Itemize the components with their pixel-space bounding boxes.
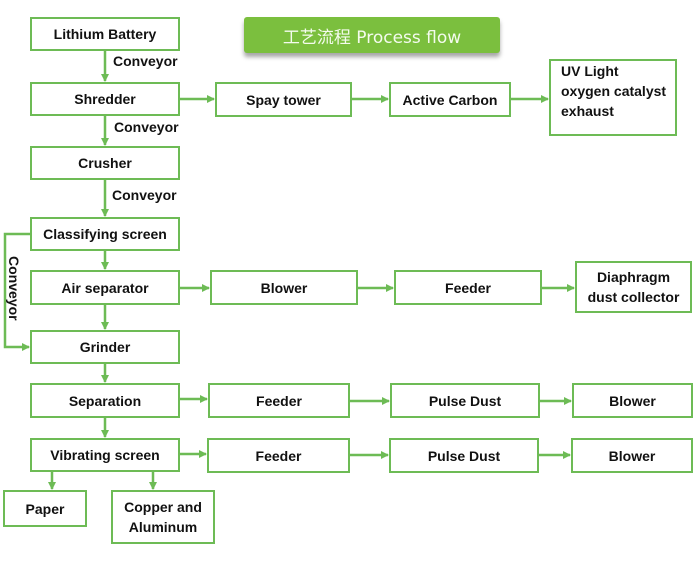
node-shredder: Shredder (30, 82, 180, 116)
node-separation: Separation (30, 383, 180, 418)
node-sep-feeder: Feeder (208, 383, 350, 418)
node-diaphragm-line1: Diaphragm (596, 269, 671, 285)
node-diaphragm-line2: dust collector (587, 289, 680, 305)
node-sep-pulse-dust: Pulse Dust (390, 383, 540, 418)
node-vib-pulse-dust: Pulse Dust (389, 438, 539, 473)
node-grinder: Grinder (30, 330, 180, 364)
node-active-carbon: Active Carbon (389, 82, 511, 117)
node-copper-aluminum: Copper and Aluminum (111, 490, 215, 544)
node-copper-aluminum-line2: Aluminum (128, 519, 198, 535)
node-vib-blower: Blower (571, 438, 693, 473)
node-vib-feeder: Feeder (207, 438, 350, 473)
process-flow-diagram: 工艺流程 Process flow Lithium Battery Convey… (0, 0, 700, 568)
node-classifying-screen: Classifying screen (30, 217, 180, 251)
node-uv-light-line2: oxygen catalyst (561, 83, 667, 99)
edge-label-conveyor-2: Conveyor (114, 119, 179, 135)
title-text: 工艺流程 Process flow (282, 27, 462, 48)
node-air-blower: Blower (210, 270, 358, 305)
edge-label-conveyor-1: Conveyor (113, 53, 178, 69)
node-uv-light: UV Light oxygen catalyst exhaust (549, 59, 677, 136)
node-air-feeder: Feeder (394, 270, 542, 305)
node-uv-light-line1: UV Light (561, 63, 619, 79)
node-air-separator: Air separator (30, 270, 180, 305)
node-lithium-battery: Lithium Battery (30, 17, 180, 51)
edge-label-conveyor-3: Conveyor (112, 187, 177, 203)
node-uv-light-line3: exhaust (561, 103, 614, 119)
node-paper: Paper (3, 490, 87, 527)
node-spay-tower: Spay tower (215, 82, 352, 117)
node-crusher: Crusher (30, 146, 180, 180)
edge-label-conveyor-bypass: Conveyor (6, 256, 22, 321)
node-copper-aluminum-line1: Copper and (124, 499, 202, 515)
title-banner: 工艺流程 Process flow (244, 17, 500, 53)
node-diaphragm-dust-collector: Diaphragm dust collector (575, 261, 692, 313)
node-sep-blower: Blower (572, 383, 693, 418)
node-vibrating-screen: Vibrating screen (30, 438, 180, 472)
